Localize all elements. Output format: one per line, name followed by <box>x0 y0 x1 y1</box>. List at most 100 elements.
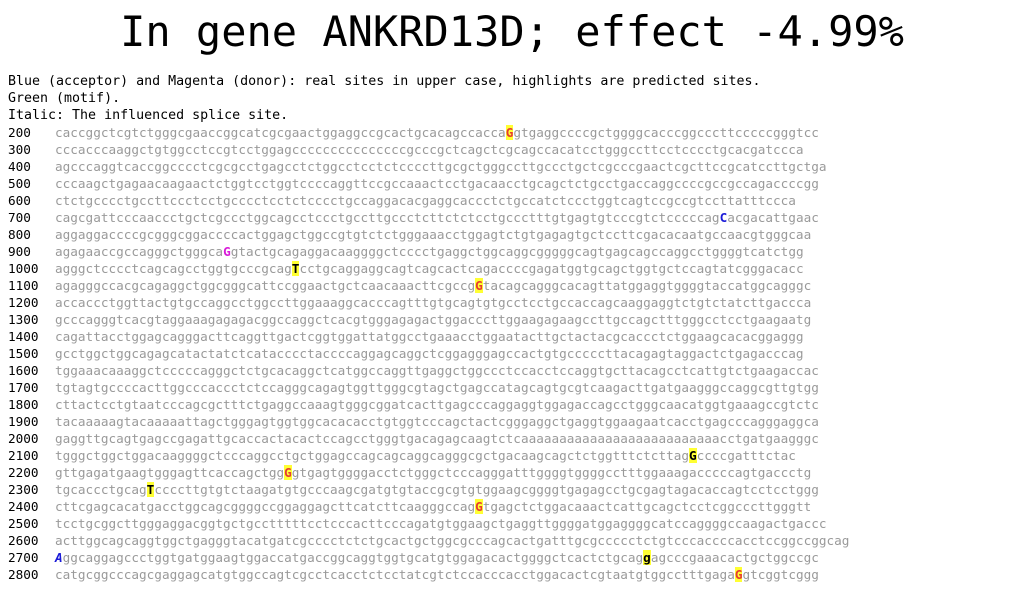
position-number: 1300 <box>8 312 39 327</box>
position-number: 2000 <box>8 431 39 446</box>
sequence-text: gcctggctggcagagcatactatctcatacccctacccca… <box>55 346 804 361</box>
position-number: 500 <box>8 176 31 191</box>
legend-line: Italic: The influenced splice site. <box>8 108 289 123</box>
sequence-text: cttactcctgtaatcccagcgctttctgaggccaaagtgg… <box>55 397 819 412</box>
sequence-row: 2100 tgggctggctggacaaggggctcccaggcctgctgg… <box>8 447 849 464</box>
sequence-text: gtcggtcggg <box>742 567 819 582</box>
page-title: In gene ANKRD13D; effect -4.99% <box>120 7 904 56</box>
sequence-text: gcccagggtcacgtaggaaagagagacggccaggctcacg… <box>55 312 812 327</box>
splice-site-marker: g <box>643 550 651 565</box>
sequence-text: cagcgattcccaaccctgctcgccctggcagcctccctgc… <box>55 210 720 225</box>
sequence-row: 800 aggaggaccccgcgggcggaccccactggagctggcc… <box>8 226 849 243</box>
sequence-text: acttggcagcaggtggctgagggtacatgatcgcccctct… <box>55 533 850 548</box>
sequence-text: gtactgcagaggacaaggggctcccctgaggctggcaggc… <box>230 244 804 259</box>
sequence-text: tcctgcggcttgggaggacggtgctgcctttttcctccca… <box>55 516 827 531</box>
sequence-row: 2500 tcctgcggcttgggaggacggtgctgcctttttcct… <box>8 515 849 532</box>
sequence-text: caccggctcgtctgggcgaaccggcatcgcgaactggagg… <box>55 125 506 140</box>
splice-site-marker: G <box>689 448 697 463</box>
sequence-row: 1900 tacaaaaagtacaaaaattagctgggagtggtggca… <box>8 413 849 430</box>
sequence-row: 2300 tgcaccctgcagTccccttgtgtctaagatgtgccc… <box>8 481 849 498</box>
sequence-row: 1500 gcctggctggcagagcatactatctcatacccctac… <box>8 345 849 362</box>
sequence-text: gttgagatgaagtgggagttcaccagctgg <box>55 465 285 480</box>
sequence-row: 2200 gttgagatgaagtgggagttcaccagctggGgtgag… <box>8 464 849 481</box>
position-number: 2200 <box>8 465 39 480</box>
sequence-text: tgagctctggacaaactcattgcagctcctcggcccttgg… <box>482 499 812 514</box>
sequence-text: agcccgaaacactgctggccgc <box>650 550 819 565</box>
sequence-row: 2400 cttcgagcacatgacctggcagcggggccggaggag… <box>8 498 849 515</box>
position-number: 200 <box>8 125 31 140</box>
position-number: 2700 <box>8 550 39 565</box>
sequence-row: 1600 tggaaacaaaggctcccccagggctctgcacaggct… <box>8 362 849 379</box>
splice-site-marker: G <box>223 244 231 259</box>
position-number: 2400 <box>8 499 39 514</box>
sequence-text: gtgagtggggacctctgggctcccagggatttggggtggg… <box>291 465 812 480</box>
position-number: 1800 <box>8 397 39 412</box>
sequence-row: 1300 gcccagggtcacgtaggaaagagagacggccaggct… <box>8 311 849 328</box>
sequence-row: 2800 catgcggcccagcgaggagcatgtggccagtcgcct… <box>8 566 849 583</box>
position-number: 2800 <box>8 567 39 582</box>
legend: Blue (acceptor) and Magenta (donor): rea… <box>8 73 761 124</box>
position-number: 1900 <box>8 414 39 429</box>
position-number: 2300 <box>8 482 39 497</box>
sequence-text: ctctgcccctgccttccctcctgcccctcctctcccctgc… <box>55 193 796 208</box>
sequence-text: tgggctggctggacaaggggctcccaggcctgctggagcc… <box>55 448 689 463</box>
legend-line: Blue (acceptor) and Magenta (donor): rea… <box>8 74 761 89</box>
sequence-row: 2700 Aggcaggagccctggtgatggaagtggaccatgacc… <box>8 549 849 566</box>
sequence-row: 500 cccaagctgagaacaagaactctggtcctggtcccca… <box>8 175 849 192</box>
sequence-row: 1400 cagattacctggagcagggacttcaggttgactcgg… <box>8 328 849 345</box>
sequence-text: aggaggaccccgcgggcggaccccactggagctggccgtg… <box>55 227 812 242</box>
splice-site-marker: G <box>475 499 483 514</box>
sequence-text: ccccgatttctac <box>696 448 796 463</box>
sequence-row: 900 agagaaccgccagggctgggcaGgtactgcagaggac… <box>8 243 849 260</box>
position-number: 900 <box>8 244 31 259</box>
sequence-text: ggcaggagccctggtgatggaagtggaccatgaccggcag… <box>62 550 644 565</box>
sequence-row: 1100 agagggccacgcagaggctggcgggcattccggaac… <box>8 277 849 294</box>
sequence-text: ccccttgtgtctaagatgtgcccaagcgatgtgtaccgcg… <box>154 482 819 497</box>
sequence-row: 200 caccggctcgtctgggcgaaccggcatcgcgaactgg… <box>8 124 849 141</box>
sequence-text: cctgcaggaggcagtcagcactcagaccccgagatggtgc… <box>299 261 804 276</box>
sequence-text: gaggttgcagtgagccgagattgcaccactacactccagc… <box>55 431 819 446</box>
position-number: 400 <box>8 159 31 174</box>
sequence-block: 200 caccggctcgtctgggcgaaccggcatcgcgaactgg… <box>8 124 849 583</box>
position-number: 1500 <box>8 346 39 361</box>
sequence-text: tggaaacaaaggctcccccagggctctgcacaggctcatg… <box>55 363 819 378</box>
splice-site-marker: A <box>55 550 63 565</box>
sequence-text: tacaaaaagtacaaaaattagctgggagtggtggcacaca… <box>55 414 819 429</box>
sequence-text: agcccaggtcaccggcccctcgcgcctgagcctctggcct… <box>55 159 827 174</box>
sequence-text: accaccctggttactgtgccaggcctggccttggaaaggc… <box>55 295 812 310</box>
position-number: 1000 <box>8 261 39 276</box>
position-number: 600 <box>8 193 31 208</box>
sequence-text: agggctcccctcagcagcctggtgcccgcag <box>55 261 292 276</box>
sequence-text: agagggccacgcagaggctggcgggcattccggaactgct… <box>55 278 476 293</box>
position-number: 1400 <box>8 329 39 344</box>
position-number: 300 <box>8 142 31 157</box>
position-number: 1200 <box>8 295 39 310</box>
position-number: 1100 <box>8 278 39 293</box>
sequence-text: gtgaggccccgctggggcacccggcccttcccccgggtcc <box>513 125 819 140</box>
position-number: 2500 <box>8 516 39 531</box>
position-number: 800 <box>8 227 31 242</box>
sequence-text: tgcaccctgcag <box>55 482 147 497</box>
legend-line: Green (motif). <box>8 91 121 106</box>
sequence-row: 300 cccacccaaggctgtggcctccgtcctggagcccccc… <box>8 141 849 158</box>
position-number: 2100 <box>8 448 39 463</box>
sequence-text: catgcggcccagcgaggagcatgtggccagtcgcctcacc… <box>55 567 735 582</box>
sequence-row: 1000 agggctcccctcagcagcctggtgcccgcagTcctg… <box>8 260 849 277</box>
splice-site-marker: G <box>284 465 292 480</box>
sequence-row: 600 ctctgcccctgccttccctcctgcccctcctctcccc… <box>8 192 849 209</box>
sequence-text: agagaaccgccagggctgggca <box>55 244 224 259</box>
position-number: 2600 <box>8 533 39 548</box>
sequence-text: tgtagtgccccacttggcccaccctctccagggcagagtg… <box>55 380 819 395</box>
sequence-row: 700 cagcgattcccaaccctgctcgccctggcagcctccc… <box>8 209 849 226</box>
sequence-text: cagattacctggagcagggacttcaggttgactcggtgga… <box>55 329 804 344</box>
sequence-text: acgacattgaac <box>727 210 819 225</box>
sequence-text: cccaagctgagaacaagaactctggtcctggtccccaggt… <box>55 176 819 191</box>
sequence-row: 400 agcccaggtcaccggcccctcgcgcctgagcctctgg… <box>8 158 849 175</box>
splice-site-marker: G <box>475 278 483 293</box>
sequence-row: 1800 cttactcctgtaatcccagcgctttctgaggccaaa… <box>8 396 849 413</box>
sequence-row: 2600 acttggcagcaggtggctgagggtacatgatcgccc… <box>8 532 849 549</box>
sequence-text: tacagcagggcacagttatggaggtggggtaccatggcag… <box>482 278 812 293</box>
sequence-text: cccacccaaggctgtggcctccgtcctggagccccccccc… <box>55 142 804 157</box>
sequence-row: 2000 gaggttgcagtgagccgagattgcaccactacactc… <box>8 430 849 447</box>
sequence-row: 1200 accaccctggttactgtgccaggcctggccttggaa… <box>8 294 849 311</box>
